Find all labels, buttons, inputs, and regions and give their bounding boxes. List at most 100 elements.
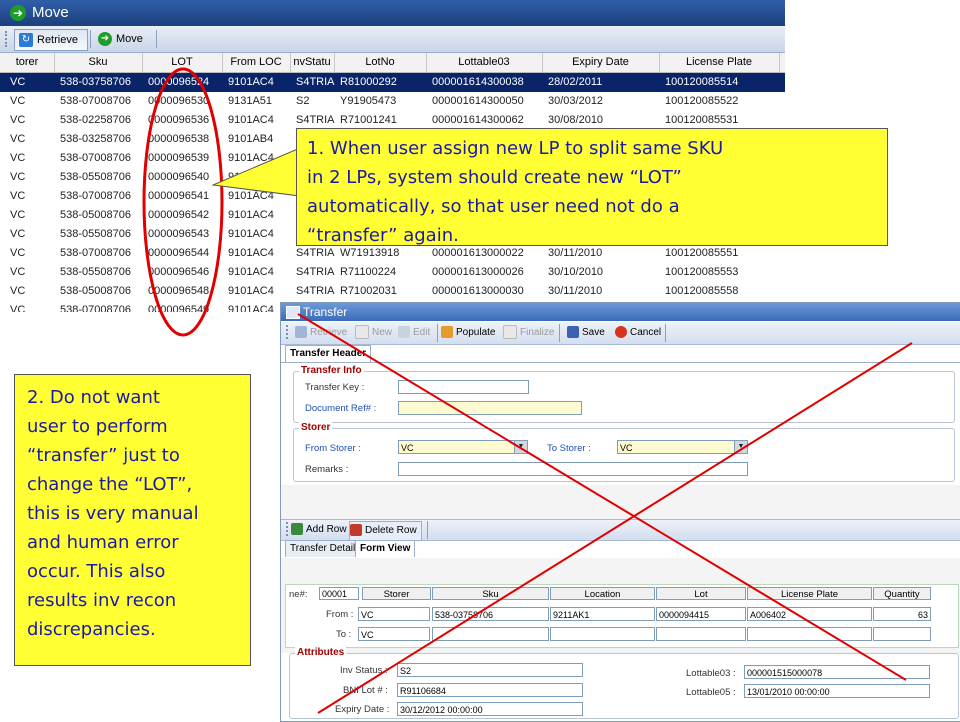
sku-cell: 538-05008706: [60, 285, 131, 297]
from-loc-cell: 9101AC4: [228, 266, 274, 278]
license-plate-cell: 100120085522: [665, 95, 739, 107]
lot-cell: 0000096536: [148, 114, 210, 126]
table-row[interactable]: VC 538-05008706 0000096548 9101AC4 S4TRIA R71…: [0, 282, 785, 301]
col-header-expiry-date[interactable]: Expiry Date: [542, 53, 660, 72]
from-loc-cell: 9101AC4: [228, 209, 274, 221]
move-grid-header: torer Sku LOT From LOC nvStatu LotNo Lottable0…: [0, 53, 785, 73]
from-sku-cell[interactable]: 538-03758706: [432, 607, 549, 621]
to-sku-cell[interactable]: [432, 627, 549, 641]
expiry-date-field[interactable]: 30/12/2012 00:00:00: [397, 702, 583, 716]
to-lot-cell[interactable]: [656, 627, 746, 641]
lottable03-field[interactable]: 000001515000078: [744, 665, 930, 679]
edit-button[interactable]: Edit: [398, 324, 430, 342]
transfer-info-group: Transfer Info Transfer Key : Document Re…: [293, 365, 955, 423]
col-header-from-loc[interactable]: From LOC: [222, 53, 291, 72]
col-header-lotno[interactable]: LotNo: [334, 53, 427, 72]
refresh-icon: ↻: [19, 33, 33, 48]
from-storer-cell[interactable]: VC: [358, 607, 430, 621]
toolbar-grip[interactable]: [286, 522, 290, 536]
callout-2-line: results inv recon: [27, 590, 177, 611]
col-header-location: Location: [550, 587, 655, 600]
remarks-label: Remarks :: [305, 464, 349, 475]
col-header-sku[interactable]: Sku: [54, 53, 143, 72]
delete-row-button[interactable]: Delete Row: [349, 521, 422, 541]
tab-transfer-detail[interactable]: Transfer Detail: [285, 540, 361, 557]
spacer-panel: [281, 485, 960, 519]
tr-retrieve-button[interactable]: Retrieve: [295, 324, 347, 342]
inv-status-cell: S4TRIA: [296, 285, 335, 297]
finalize-icon: [503, 325, 517, 340]
col-header-lottable03[interactable]: Lottable03: [426, 53, 543, 72]
from-storer-select[interactable]: VC ▼: [398, 440, 528, 454]
remarks-field[interactable]: [398, 462, 748, 476]
lottable05-field[interactable]: 13/01/2010 00:00:00: [744, 684, 930, 698]
from-loc-cell: 9101AC4: [228, 228, 274, 240]
to-storer-cell[interactable]: VC: [358, 627, 430, 641]
lottable03-cell: 000001613000026: [432, 266, 524, 278]
arrow-right-icon: ➜: [98, 32, 112, 47]
col-header-inv-status[interactable]: nvStatu: [290, 53, 335, 72]
tab-form-view[interactable]: Form View: [355, 540, 416, 557]
lot-cell: 0000096540: [148, 171, 210, 183]
to-location-cell[interactable]: [550, 627, 655, 641]
license-plate-cell: 100120085553: [665, 266, 739, 278]
populate-button[interactable]: Populate: [441, 324, 495, 342]
to-license-plate-cell[interactable]: [747, 627, 872, 641]
col-header-storer[interactable]: torer: [0, 53, 55, 72]
move-label: Move: [116, 33, 143, 45]
inv-status-cell: S2: [296, 95, 310, 107]
toolbar-grip[interactable]: [5, 31, 9, 47]
from-loc-cell: 9101AB4: [228, 133, 274, 145]
to-storer-select[interactable]: VC ▼: [617, 440, 748, 454]
storer-cell: VC: [10, 209, 26, 221]
inv-status-field[interactable]: S2: [397, 663, 583, 677]
populate-icon: [441, 326, 453, 339]
move-window-title: Move: [32, 4, 69, 21]
retrieve-button[interactable]: ↻ Retrieve: [14, 29, 88, 51]
move-button[interactable]: ➜ Move: [94, 29, 154, 49]
cancel-button[interactable]: Cancel: [615, 324, 661, 342]
new-button[interactable]: New: [355, 324, 392, 342]
tab-transfer-header[interactable]: Transfer Header: [285, 345, 372, 362]
sku-cell: 538-07008706: [60, 247, 131, 259]
document-ref-field[interactable]: [398, 401, 582, 415]
storer-cell: VC: [10, 152, 26, 164]
from-license-plate-cell[interactable]: A006402: [747, 607, 872, 621]
chevron-down-icon[interactable]: ▼: [514, 441, 527, 453]
lotno-cell: Y91905473: [340, 95, 397, 107]
to-quantity-cell[interactable]: [873, 627, 931, 641]
from-location-cell[interactable]: 9211AK1: [550, 607, 655, 621]
lotno-cell: R81000292: [340, 76, 397, 88]
col-header-license-plate[interactable]: License Plate: [659, 53, 780, 72]
from-quantity-cell[interactable]: 63: [873, 607, 931, 621]
save-button[interactable]: Save: [567, 324, 605, 342]
attributes-group: Attributes Inv Status : S2 BNI Lot # : R…: [289, 647, 959, 719]
table-row[interactable]: VC 538-03758706 0000096524 9101AC4 S4TRIA R81…: [0, 73, 785, 92]
transfer-key-field[interactable]: [398, 380, 529, 394]
sku-cell: 538-07008706: [60, 190, 131, 202]
sku-cell: 538-03258706: [60, 133, 131, 145]
callout-2-line: occur. This also: [27, 561, 166, 582]
table-row[interactable]: VC 538-07008706 0000096530 9131A51 S2 Y919054…: [0, 92, 785, 111]
attributes-legend: Attributes: [295, 647, 347, 658]
col-header-lot[interactable]: LOT: [142, 53, 223, 72]
expiry-date-cell: 30/11/2010: [548, 285, 603, 297]
lot-cell: 0000096539: [148, 152, 210, 164]
table-row[interactable]: VC 538-05508706 0000096546 9101AC4 S4TRIA R71…: [0, 263, 785, 282]
line-number-field[interactable]: 00001: [319, 587, 359, 600]
bni-lot-label: BNI Lot # :: [343, 685, 388, 696]
finalize-button[interactable]: Finalize: [503, 324, 554, 342]
callout-1-line: automatically, so that user need not do …: [307, 196, 680, 217]
sku-cell: 538-05508706: [60, 266, 131, 278]
bni-lot-field[interactable]: R91106684: [397, 683, 583, 697]
toolbar-separator: [156, 30, 157, 48]
lot-cell: 0000096549: [148, 304, 210, 312]
add-row-button[interactable]: Add Row: [291, 521, 347, 539]
expiry-date-cell: 30/03/2012: [548, 95, 604, 107]
chevron-down-icon[interactable]: ▼: [734, 441, 747, 453]
toolbar-grip[interactable]: [286, 325, 290, 339]
toolbar-separator: [437, 324, 438, 342]
from-lot-cell[interactable]: 0000094415: [656, 607, 746, 621]
to-row-label: To :: [336, 629, 352, 640]
storer-cell: VC: [10, 114, 26, 126]
